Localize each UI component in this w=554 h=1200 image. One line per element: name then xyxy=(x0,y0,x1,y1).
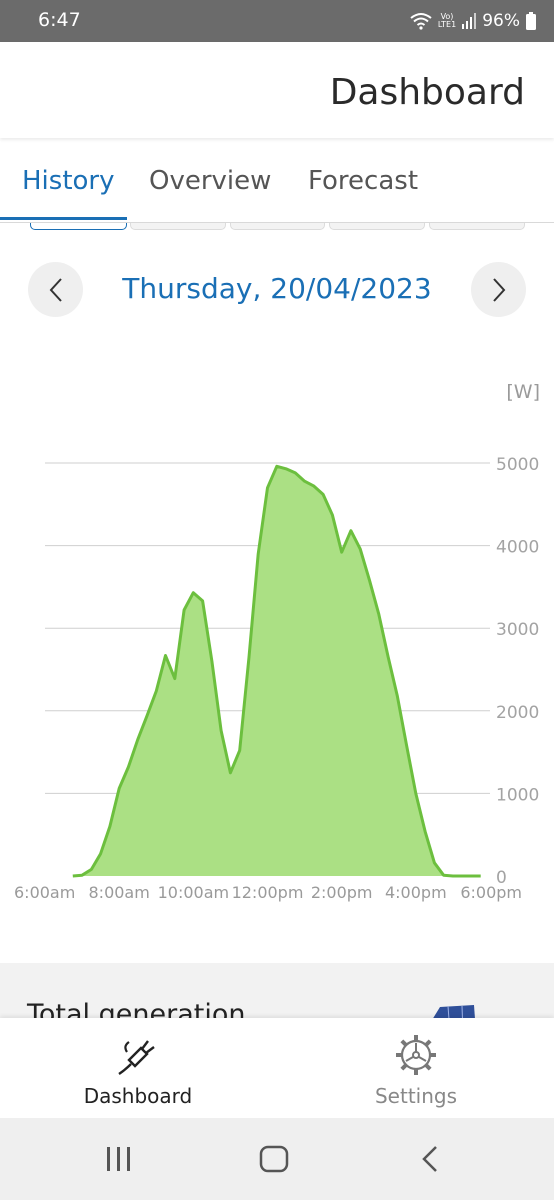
nav-settings-label: Settings xyxy=(374,1084,458,1108)
status-icons: Vo) LTE1 96% xyxy=(410,10,536,32)
period-tab-month[interactable] xyxy=(230,223,325,230)
nav-dashboard[interactable]: Dashboard xyxy=(58,1032,218,1108)
previous-day-button[interactable] xyxy=(28,262,83,317)
system-navigation-bar xyxy=(0,1118,554,1200)
next-day-button[interactable] xyxy=(471,262,526,317)
selected-date[interactable]: Thursday, 20/04/2023 xyxy=(95,272,459,305)
x-tick-label: 4:00pm xyxy=(385,883,447,902)
y-axis-unit-label: [W] xyxy=(506,381,540,403)
x-tick-label: 10:00am xyxy=(158,883,230,902)
battery-icon xyxy=(526,12,536,30)
x-tick-label: 6:00am xyxy=(14,883,75,902)
chevron-right-icon xyxy=(492,277,505,302)
status-bar: 6:47 Vo) LTE1 96% xyxy=(0,0,554,42)
period-tab-total[interactable] xyxy=(429,223,525,230)
y-tick-label: 2000 xyxy=(496,703,539,723)
plug-icon xyxy=(118,1040,155,1075)
active-tab-indicator xyxy=(0,217,127,220)
status-time: 6:47 xyxy=(38,9,81,31)
nav-dashboard-label: Dashboard xyxy=(83,1084,193,1108)
battery-percent: 96% xyxy=(482,11,520,31)
wifi-icon xyxy=(410,12,432,30)
total-generation-card[interactable]: Total generation xyxy=(0,963,554,1023)
volte-indicator: Vo) LTE1 xyxy=(437,12,457,29)
back-icon[interactable] xyxy=(418,1144,442,1174)
y-tick-label: 3000 xyxy=(496,620,539,640)
bottom-navigation: Dashboard Settings xyxy=(0,1018,554,1118)
x-tick-label: 12:00pm xyxy=(232,883,304,902)
recents-icon[interactable] xyxy=(104,1144,134,1174)
power-history-chart: 010002000300040005000 6:00am 8:00am 10:00a… xyxy=(14,381,540,902)
chevron-left-icon xyxy=(49,277,62,302)
network-label: LTE1 xyxy=(437,20,457,29)
home-icon[interactable] xyxy=(258,1144,290,1174)
period-tab-year[interactable] xyxy=(329,223,425,230)
signal-icon xyxy=(462,13,477,29)
x-tick-label: 8:00am xyxy=(89,883,150,902)
period-tab-week[interactable] xyxy=(130,223,226,230)
period-tab-day[interactable] xyxy=(30,223,127,230)
nav-settings[interactable]: Settings xyxy=(336,1032,496,1108)
y-tick-label: 4000 xyxy=(496,538,539,558)
settings-gear-icon xyxy=(396,1035,436,1075)
y-tick-label: 5000 xyxy=(496,455,539,475)
tab-history[interactable]: History xyxy=(22,166,115,196)
app-header: Dashboard xyxy=(0,42,554,138)
x-tick-label: 2:00pm xyxy=(311,883,373,902)
y-tick-label: 1000 xyxy=(496,785,539,805)
x-tick-label: 6:00pm xyxy=(460,883,522,902)
tab-overview[interactable]: Overview xyxy=(149,166,271,196)
page-title: Dashboard xyxy=(329,72,525,113)
tab-forecast[interactable]: Forecast xyxy=(308,166,418,196)
tab-bar: History Overview Forecast xyxy=(0,150,554,223)
